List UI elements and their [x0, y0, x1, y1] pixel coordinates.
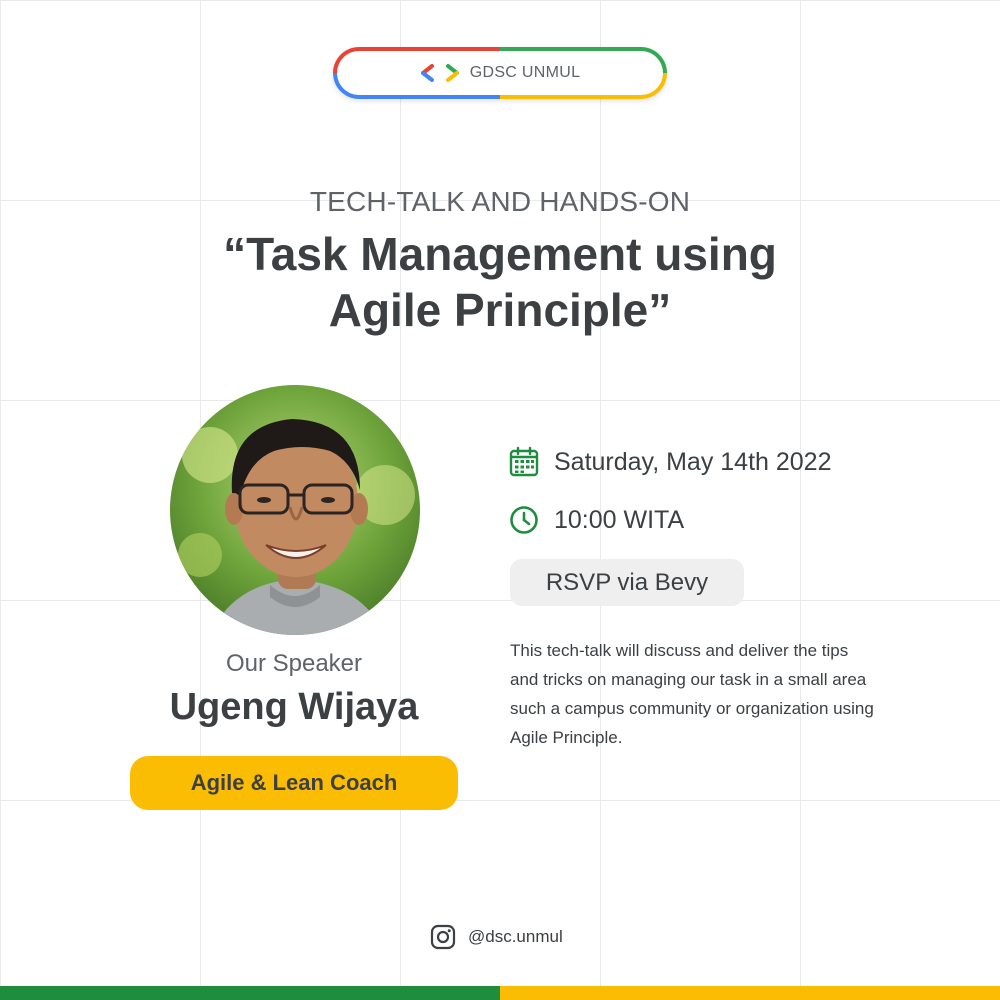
event-title: “Task Management using Agile Principle” [100, 226, 900, 338]
rsvp-button[interactable]: RSVP via Bevy [510, 559, 744, 606]
bottom-bar-yellow [500, 986, 1000, 1000]
brand-pill: GDSC UNMUL [333, 47, 667, 99]
calendar-icon [509, 446, 539, 477]
instagram-handle-row[interactable]: @dsc.unmul [430, 924, 563, 950]
event-subtitle: TECH-TALK AND HANDS-ON [309, 186, 691, 217]
brand-text: GDSC UNMUL [469, 64, 581, 81]
instagram-handle: @dsc.unmul [468, 927, 563, 946]
event-date: Saturday, May 14th 2022 [554, 447, 832, 476]
instagram-icon [430, 924, 456, 950]
speaker-label: Our Speaker [225, 650, 363, 677]
gdsc-brackets-icon [420, 64, 459, 82]
event-time: 10:00 WITA [554, 505, 685, 534]
event-time-row: 10:00 WITA [508, 504, 684, 536]
brand-pill-inner: GDSC UNMUL [337, 51, 663, 95]
bottom-bar-green [0, 986, 500, 1000]
event-title-line-1: “Task Management using [223, 228, 777, 280]
event-description: This tech-talk will discuss and deliver … [510, 641, 874, 747]
clock-icon [510, 506, 538, 534]
event-date-row: Saturday, May 14th 2022 [508, 446, 832, 478]
event-title-line-2: Agile Principle” [328, 284, 672, 336]
speaker-portrait [170, 385, 420, 635]
speaker-name: Ugeng Wijaya [169, 686, 419, 728]
bottom-color-bar [0, 986, 1000, 1000]
speaker-photo [170, 385, 420, 635]
speaker-role-badge: Agile & Lean Coach [130, 756, 458, 810]
